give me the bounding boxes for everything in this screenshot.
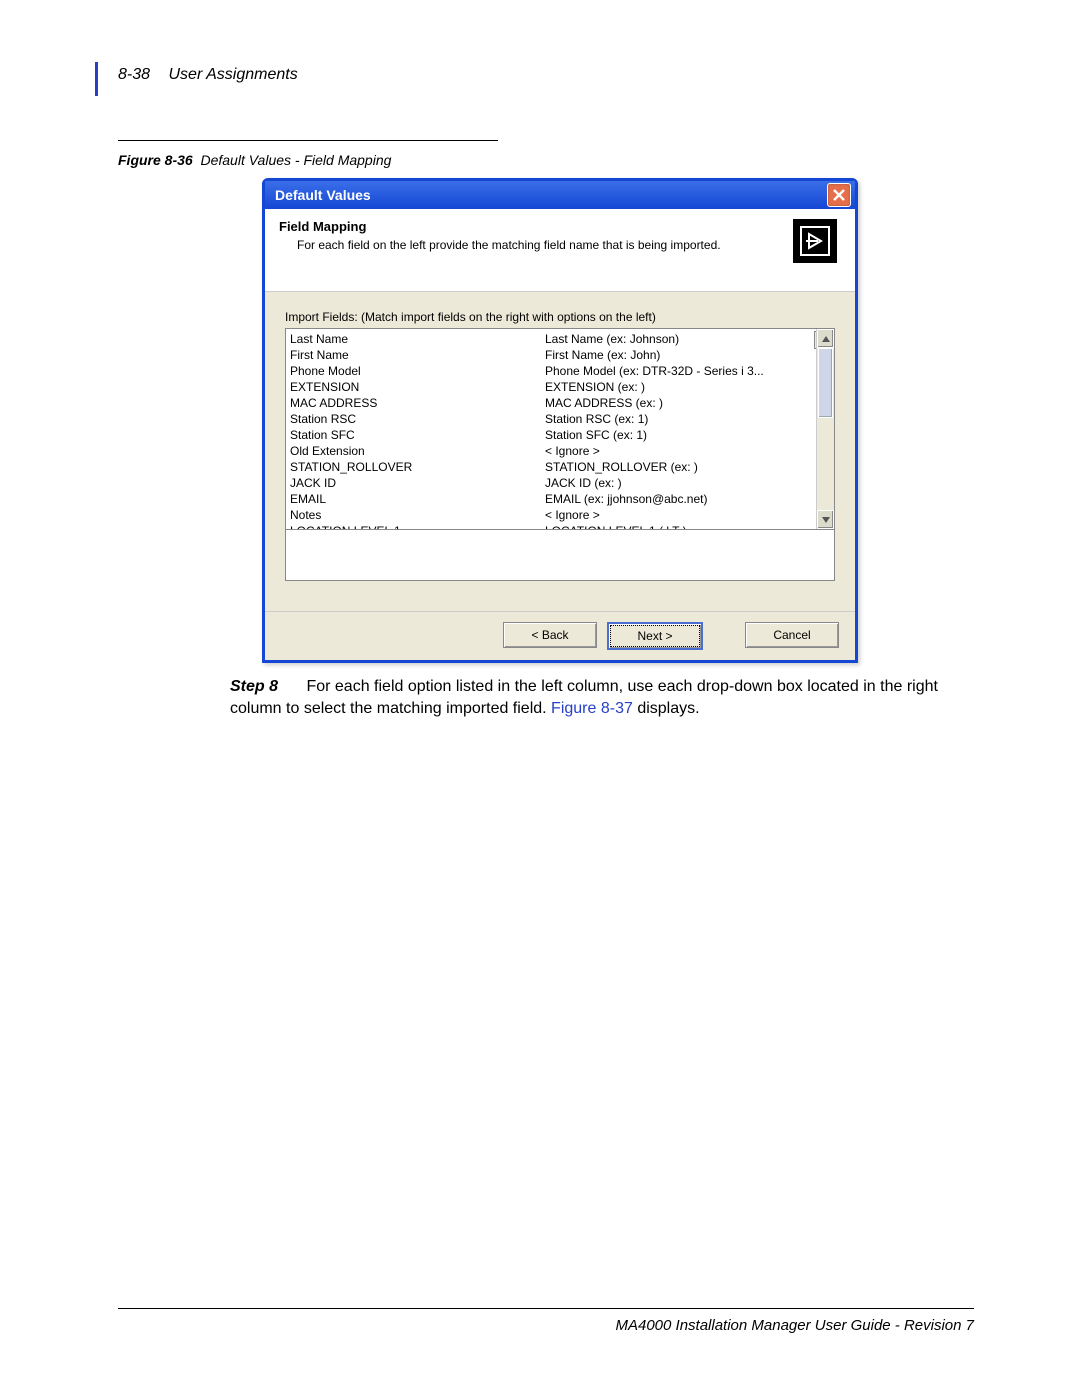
field-mapping-row[interactable]: First NameFirst Name (ex: John) — [290, 347, 812, 363]
figure-caption-label: Figure 8-36 — [118, 152, 193, 168]
field-mapping-value[interactable]: < Ignore > — [545, 507, 812, 523]
field-option-label: First Name — [290, 347, 545, 363]
field-mapping-row[interactable]: Notes< Ignore > — [290, 507, 812, 523]
field-option-label: STATION_ROLLOVER — [290, 459, 545, 475]
page-footer: MA4000 Installation Manager User Guide -… — [118, 1308, 974, 1334]
field-mapping-value[interactable]: Phone Model (ex: DTR-32D - Series i 3... — [545, 363, 812, 379]
dialog-section-header: Field Mapping For each field on the left… — [265, 209, 855, 291]
field-mapping-row[interactable]: JACK IDJACK ID (ex: ) — [290, 475, 812, 491]
field-mapping-value[interactable]: First Name (ex: John) — [545, 347, 812, 363]
field-mapping-value[interactable]: STATION_ROLLOVER (ex: ) — [545, 459, 812, 475]
dialog-subheading: For each field on the left provide the m… — [297, 238, 781, 252]
scroll-track[interactable] — [817, 348, 834, 510]
field-mapping-row[interactable]: Station SFCStation SFC (ex: 1) — [290, 427, 812, 443]
field-option-label: LOCATION LEVEL 1 — [290, 523, 545, 529]
field-mapping-value[interactable]: EXTENSION (ex: ) — [545, 379, 812, 395]
field-mapping-row[interactable]: STATION_ROLLOVERSTATION_ROLLOVER (ex: ) — [290, 459, 812, 475]
field-option-label: EXTENSION — [290, 379, 545, 395]
back-button[interactable]: < Back — [503, 622, 597, 648]
field-mapping-value[interactable]: < Ignore > — [545, 443, 812, 459]
dialog-heading: Field Mapping — [279, 219, 781, 234]
figure-caption-text: Default Values - Field Mapping — [200, 152, 391, 168]
page-section-title: User Assignments — [168, 66, 297, 83]
field-option-label: JACK ID — [290, 475, 545, 491]
scrollbar[interactable] — [816, 329, 834, 529]
field-option-label: Station RSC — [290, 411, 545, 427]
field-option-label: EMAIL — [290, 491, 545, 507]
next-button[interactable]: Next > — [607, 622, 703, 650]
chevron-down-icon — [822, 517, 830, 523]
field-option-label: MAC ADDRESS — [290, 395, 545, 411]
list-footer-area — [285, 530, 835, 581]
dialog-title: Default Values — [275, 187, 371, 203]
field-mapping-value[interactable]: Station SFC (ex: 1) — [545, 427, 812, 443]
figure-reference-link[interactable]: Figure 8-37 — [551, 700, 633, 717]
cancel-button[interactable]: Cancel — [745, 622, 839, 648]
field-option-label: Last Name — [290, 331, 545, 347]
field-mapping-row[interactable]: Old Extension< Ignore > — [290, 443, 812, 459]
field-mapping-list[interactable]: Last NameLast Name (ex: Johnson)First Na… — [285, 328, 835, 530]
field-mapping-row[interactable]: Phone ModelPhone Model (ex: DTR-32D - Se… — [290, 363, 812, 379]
field-mapping-value[interactable]: JACK ID (ex: ) — [545, 475, 812, 491]
caption-rule — [118, 140, 498, 141]
field-mapping-value[interactable]: Station RSC (ex: 1) — [545, 411, 812, 427]
arrow-tile-icon — [793, 219, 837, 263]
field-mapping-value: LOCATION LEVEL 1 ( l T ) — [545, 523, 812, 529]
field-mapping-row[interactable]: Last NameLast Name (ex: Johnson) — [290, 331, 812, 347]
page-number: 8-38 — [118, 66, 150, 83]
step-8-paragraph: Step 8 For each field option listed in t… — [230, 676, 972, 719]
field-option-label: Station SFC — [290, 427, 545, 443]
scroll-down-button[interactable] — [817, 510, 834, 529]
scroll-thumb[interactable] — [818, 348, 833, 418]
field-mapping-row[interactable]: EXTENSIONEXTENSION (ex: ) — [290, 379, 812, 395]
field-mapping-value[interactable]: EMAIL (ex: jjohnson@abc.net) — [545, 491, 812, 507]
figure-caption: Figure 8-36 Default Values - Field Mappi… — [118, 152, 391, 168]
field-mapping-row-clipped: LOCATION LEVEL 1LOCATION LEVEL 1 ( l T ) — [290, 523, 812, 529]
field-mapping-value[interactable]: Last Name (ex: Johnson) — [545, 331, 812, 347]
default-values-dialog: Default Values Field Mapping For each fi… — [262, 178, 858, 663]
field-mapping-row[interactable]: EMAILEMAIL (ex: jjohnson@abc.net) — [290, 491, 812, 507]
page-accent-bar — [95, 62, 98, 96]
field-mapping-value[interactable]: MAC ADDRESS (ex: ) — [545, 395, 812, 411]
chevron-up-icon — [822, 336, 830, 342]
dialog-button-bar: < Back Next > Cancel — [265, 611, 855, 660]
close-button[interactable] — [827, 183, 851, 207]
page-header: 8-38 User Assignments — [118, 66, 298, 84]
scroll-up-button[interactable] — [817, 329, 834, 348]
field-mapping-row[interactable]: Station RSCStation RSC (ex: 1) — [290, 411, 812, 427]
import-fields-label: Import Fields: (Match import fields on t… — [285, 310, 835, 324]
dialog-titlebar: Default Values — [265, 181, 855, 209]
field-option-label: Notes — [290, 507, 545, 523]
field-mapping-row[interactable]: MAC ADDRESSMAC ADDRESS (ex: ) — [290, 395, 812, 411]
step-label: Step 8 — [230, 676, 302, 698]
field-option-label: Phone Model — [290, 363, 545, 379]
step-text-tail: displays. — [633, 700, 700, 717]
close-icon — [832, 188, 846, 202]
field-option-label: Old Extension — [290, 443, 545, 459]
dialog-body: Import Fields: (Match import fields on t… — [265, 291, 855, 611]
